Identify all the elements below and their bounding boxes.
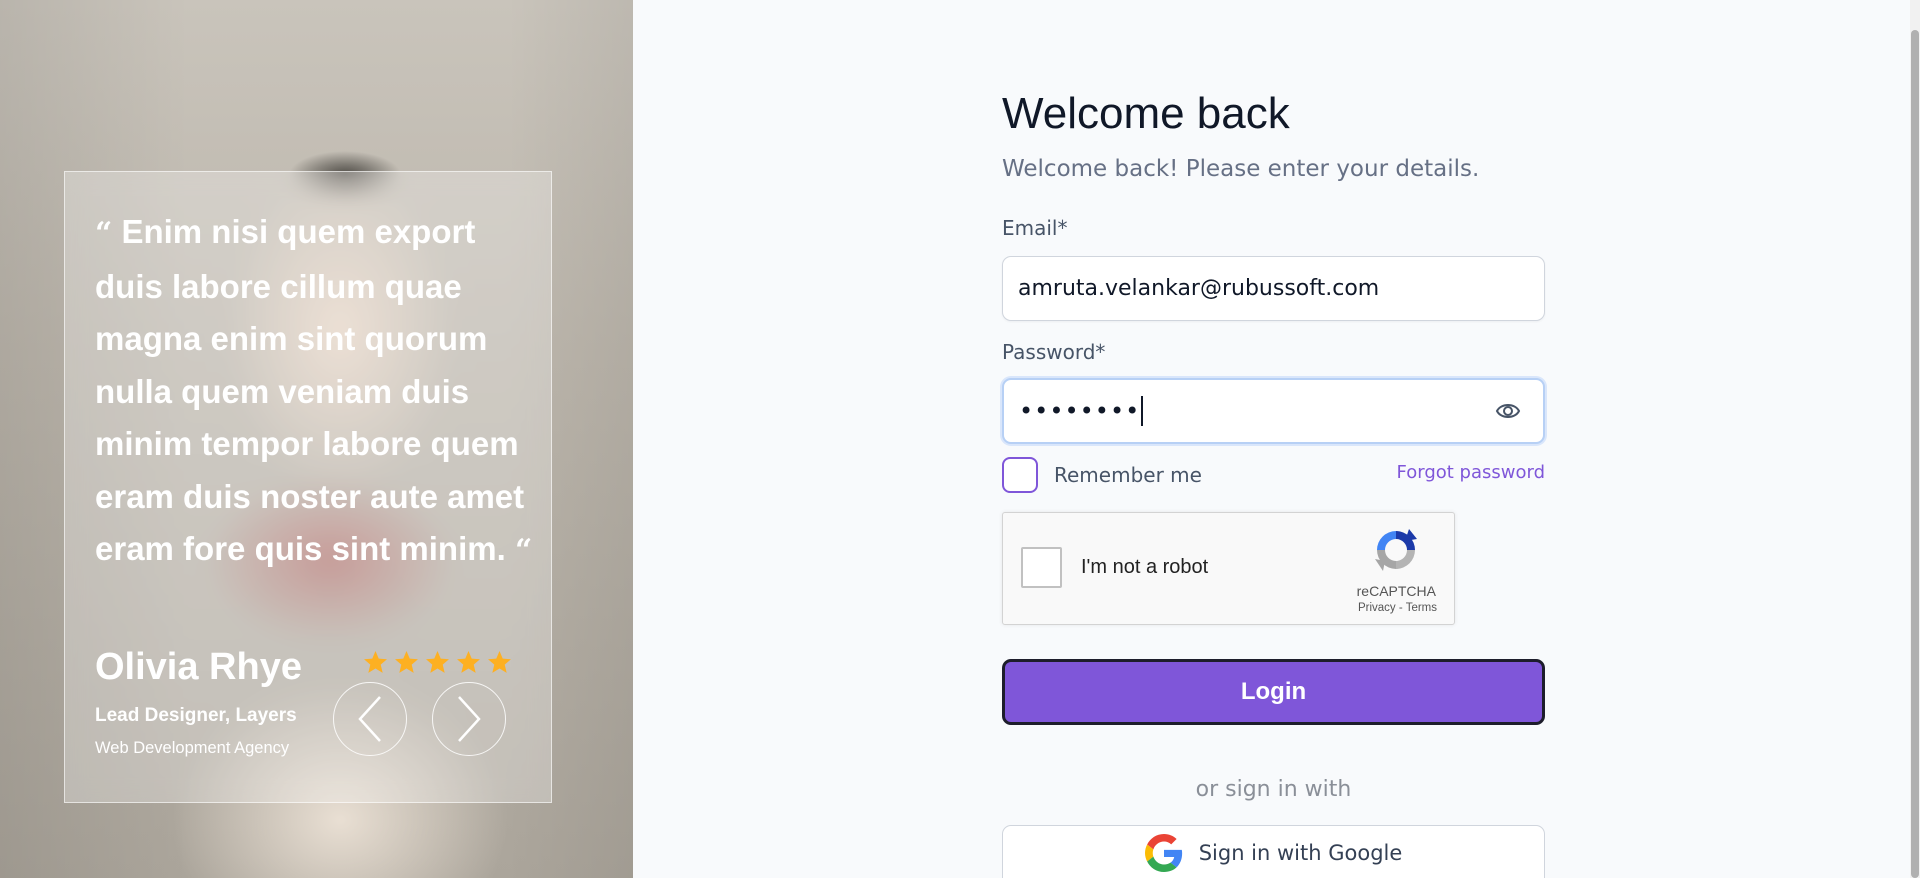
email-value: amruta.velankar@rubussoft.com — [1018, 276, 1380, 301]
quote-close-icon: “ — [514, 533, 533, 568]
password-field[interactable]: •••••••• — [1002, 378, 1545, 444]
testimonial-role: Lead Designer, Layers — [95, 705, 297, 726]
star-icon — [457, 651, 480, 673]
recaptcha-terms-link[interactable]: Terms — [1406, 602, 1437, 614]
star-icon — [364, 651, 387, 673]
star-icon — [426, 651, 449, 673]
recaptcha-checkbox[interactable] — [1021, 547, 1062, 588]
page-scrollbar[interactable] — [1910, 0, 1920, 878]
recaptcha-label: I'm not a robot — [1081, 556, 1209, 578]
page-subtitle: Welcome back! Please enter your details. — [1002, 156, 1480, 182]
email-label: Email* — [1002, 216, 1068, 240]
eye-icon[interactable] — [1495, 399, 1521, 423]
testimonial-quote: “ Enim nisi quem export duis labore cill… — [95, 206, 535, 578]
google-signin-label: Sign in with Google — [1198, 841, 1403, 865]
recaptcha-links: Privacy - Terms — [1358, 602, 1437, 614]
google-icon — [1144, 834, 1182, 872]
remember-me-label: Remember me — [1054, 463, 1202, 487]
password-value: •••••••• — [1019, 397, 1141, 425]
google-signin-button[interactable]: Sign in with Google — [1002, 825, 1545, 878]
recaptcha-privacy-link[interactable]: Privacy — [1358, 602, 1396, 614]
testimonial-prev-button[interactable] — [333, 682, 407, 756]
page-title: Welcome back — [1002, 89, 1290, 138]
email-field[interactable]: amruta.velankar@rubussoft.com — [1002, 256, 1545, 321]
star-icon — [488, 651, 511, 673]
quote-open-icon: “ — [95, 216, 113, 251]
hero-panel: “ Enim nisi quem export duis labore cill… — [0, 0, 633, 878]
remember-me-checkbox[interactable] — [1002, 457, 1038, 493]
testimonial-organization: Web Development Agency — [95, 739, 290, 757]
testimonial-next-button[interactable] — [432, 682, 506, 756]
rating-stars — [363, 650, 512, 675]
testimonial-card: “ Enim nisi quem export duis labore cill… — [64, 171, 552, 803]
chevron-left-icon — [358, 696, 381, 742]
password-label: Password* — [1002, 340, 1106, 364]
testimonial-author: Olivia Rhye — [95, 646, 302, 688]
recaptcha-brand: reCAPTCHA — [1356, 583, 1436, 599]
star-icon — [395, 651, 418, 673]
recaptcha-logo-icon — [1375, 529, 1417, 571]
login-button[interactable]: Login — [1002, 659, 1545, 725]
divider-text: or sign in with — [1195, 777, 1352, 802]
forgot-password-link[interactable]: Forgot password — [1397, 462, 1545, 483]
testimonial-quote-text: Enim nisi quem export duis labore cillum… — [95, 213, 525, 567]
text-cursor — [1141, 396, 1144, 426]
recaptcha-widget: I'm not a robot reCAPTCHA Privacy - Term… — [1002, 512, 1455, 625]
scrollbar-thumb[interactable] — [1911, 30, 1919, 878]
recaptcha-separator: - — [1395, 602, 1406, 614]
chevron-right-icon — [458, 696, 481, 742]
